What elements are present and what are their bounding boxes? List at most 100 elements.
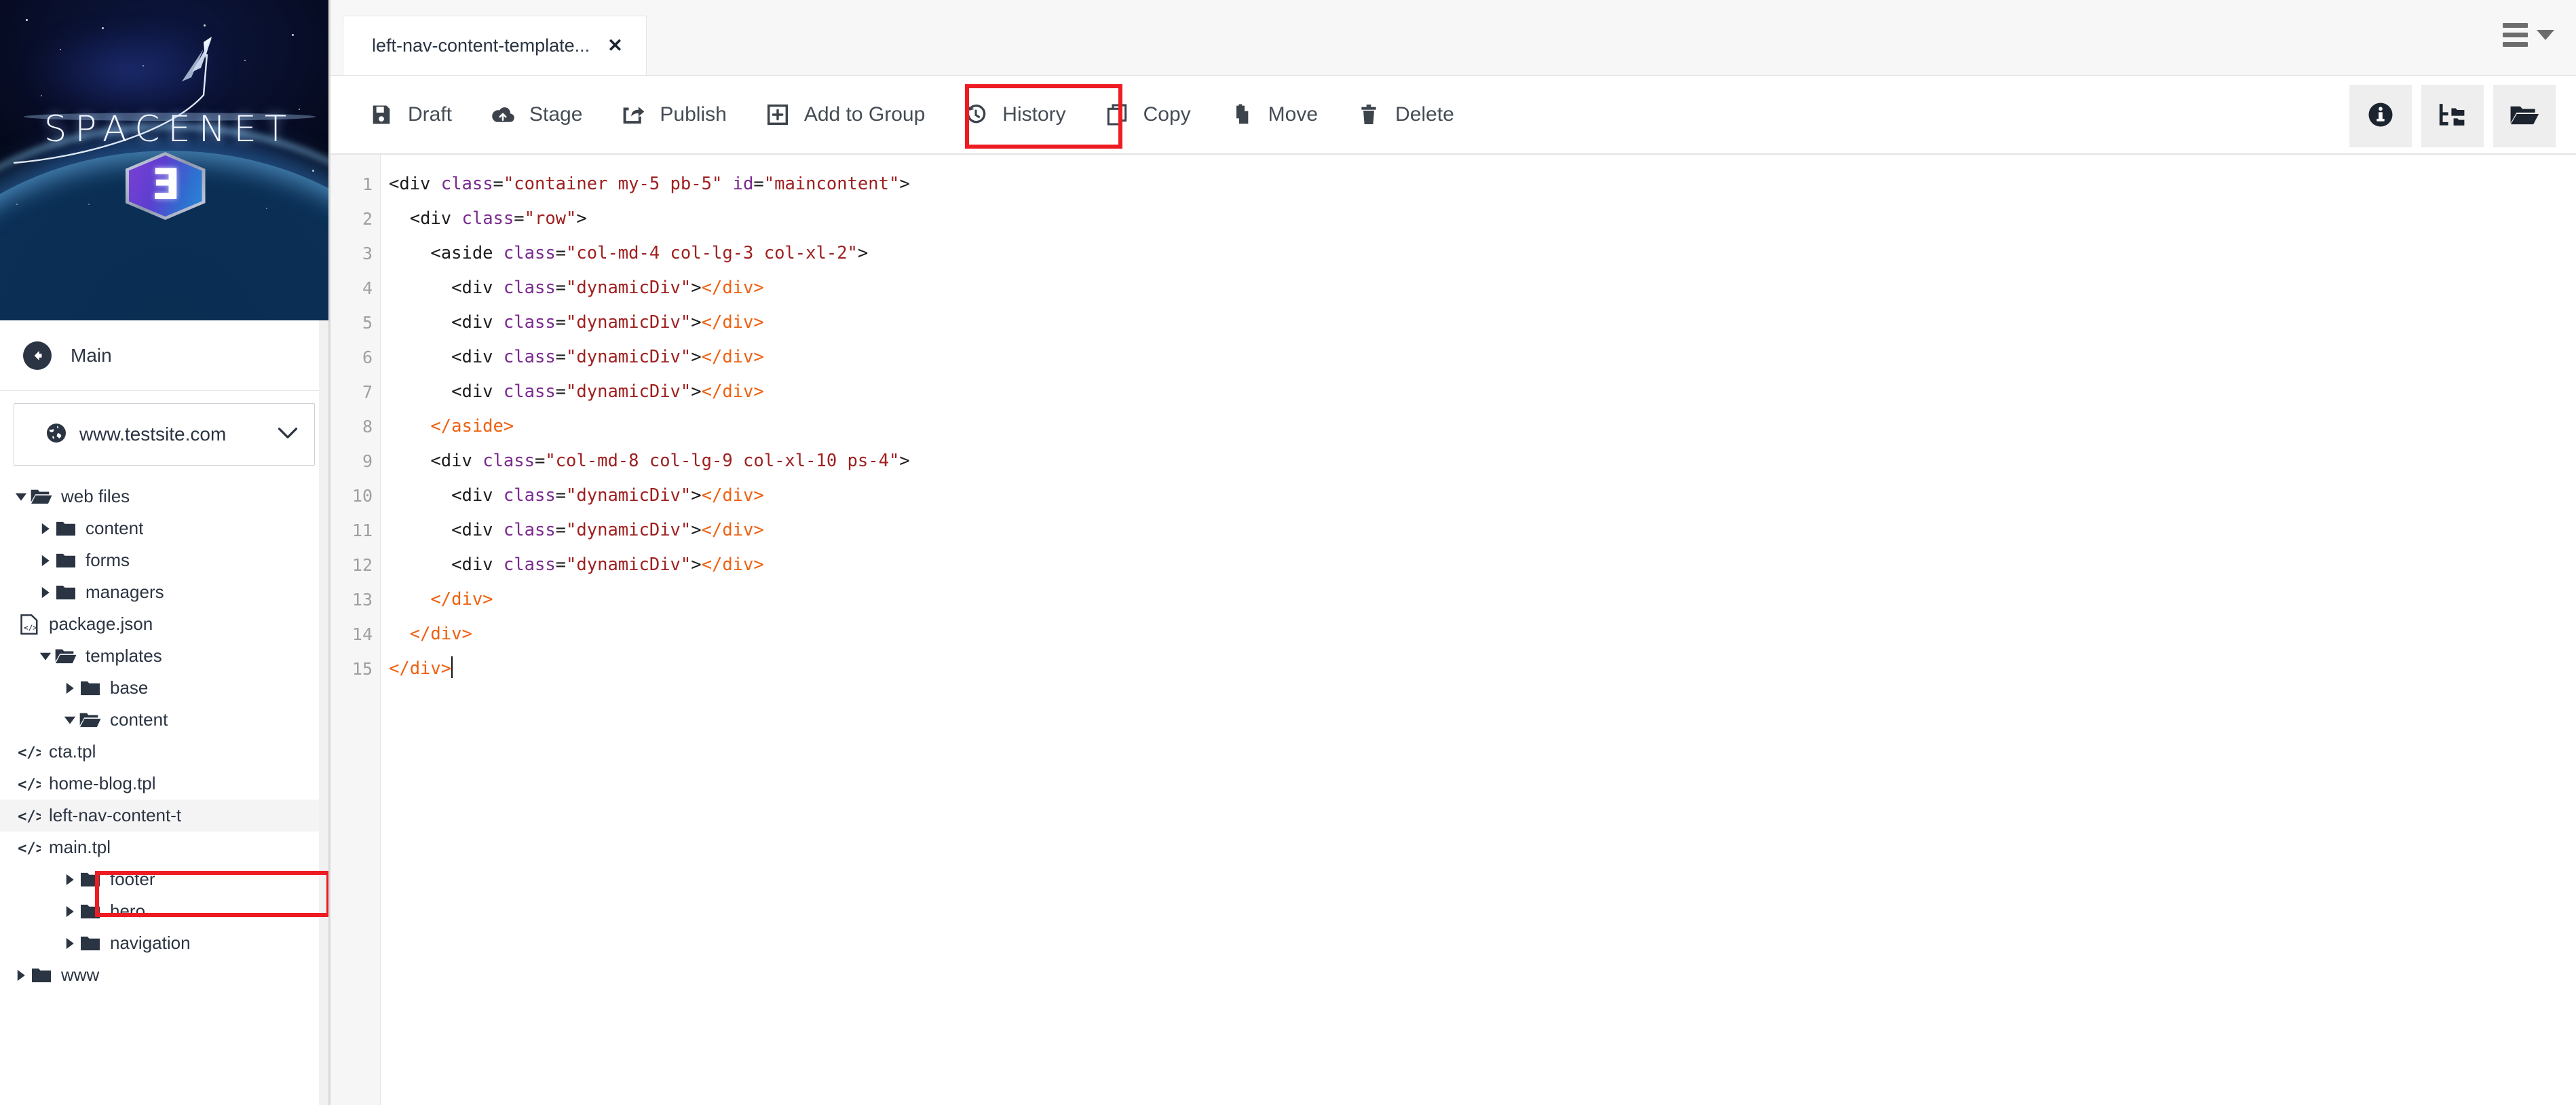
- tab-label: left-nav-content-template...: [372, 35, 590, 56]
- draft-button[interactable]: Draft: [349, 83, 471, 147]
- line-number: 12: [352, 555, 373, 575]
- publish-button[interactable]: Publish: [601, 83, 745, 147]
- code-line: <div class="dynamicDiv"></div>: [451, 520, 764, 540]
- tree-item-label: hero: [110, 901, 146, 921]
- chevron-right-icon[interactable]: [12, 969, 30, 981]
- tree-item-left-nav-content-t[interactable]: </> left-nav-content-t: [0, 800, 328, 831]
- code-editor[interactable]: 1 2 3 4 5 6 7 8 9 10 11 12 13 14 15 <div class="contai…: [330, 155, 2576, 1105]
- line-number: 6: [362, 348, 373, 367]
- code-line: <div class="dynamicDiv"></div>: [451, 347, 764, 367]
- code-line: </div>: [389, 652, 2576, 686]
- chevron-right-icon[interactable]: [61, 905, 79, 918]
- file-tree[interactable]: web files content forms managers </> package.…: [0, 466, 328, 991]
- line-number: 2: [362, 209, 373, 229]
- tree-item-label: forms: [86, 550, 130, 570]
- action-toolbar: Draft Stage Publish Add to Group History…: [330, 76, 2576, 155]
- folder-icon: [30, 967, 53, 984]
- sidebar-scrollbar[interactable]: [319, 320, 328, 1105]
- tree-item-content[interactable]: content: [0, 512, 328, 544]
- code-line: </div>: [409, 624, 472, 644]
- cloud-upload-icon: [490, 105, 516, 124]
- chevron-right-icon[interactable]: [61, 874, 79, 886]
- tree-item-home-blog-tpl[interactable]: </> home-blog.tpl: [0, 768, 328, 800]
- add-to-group-button[interactable]: Add to Group: [746, 83, 944, 147]
- tree-item-forms[interactable]: forms: [0, 544, 328, 576]
- chevron-down-icon: [2537, 30, 2554, 40]
- chevron-down-icon[interactable]: [61, 715, 79, 725]
- tree-item-templates[interactable]: templates: [0, 640, 328, 672]
- move-button[interactable]: Move: [1210, 83, 1337, 147]
- svg-text:</>: </>: [18, 743, 41, 760]
- tree-item-footer[interactable]: footer: [0, 863, 328, 895]
- tree-item-label: www: [61, 964, 100, 985]
- hex-badge-glyph: Ǝ: [151, 160, 180, 209]
- folder-open-icon: [54, 648, 77, 664]
- close-icon[interactable]: ✕: [607, 35, 623, 56]
- open-folder-button[interactable]: [2493, 85, 2556, 147]
- sidebar: SPACENET Ǝ Main www.testsite.com web fil…: [0, 0, 330, 1105]
- delete-button[interactable]: Delete: [1337, 83, 1473, 147]
- code-line: <div class="col-md-8 col-lg-9 col-xl-10 …: [430, 451, 910, 471]
- code-line: <div class="dynamicDiv"></div>: [451, 312, 764, 333]
- line-number: 13: [352, 590, 373, 610]
- back-to-main-label: Main: [71, 344, 112, 366]
- tree-item-navigation[interactable]: navigation: [0, 927, 328, 959]
- tree-item-hero[interactable]: hero: [0, 895, 328, 927]
- chevron-down-icon[interactable]: [37, 652, 54, 661]
- chevron-right-icon[interactable]: [37, 586, 54, 599]
- copy-label: Copy: [1143, 103, 1191, 126]
- stage-button[interactable]: Stage: [471, 83, 601, 147]
- file-code-icon: </>: [18, 807, 41, 824]
- tree-item-label: content: [86, 518, 144, 538]
- line-number: 15: [352, 659, 373, 679]
- file-json-icon: </>: [18, 614, 41, 635]
- tree-item-web-files[interactable]: web files: [0, 481, 328, 512]
- line-number: 8: [362, 417, 373, 436]
- line-number: 9: [362, 451, 373, 471]
- site-selector[interactable]: www.testsite.com: [14, 403, 315, 466]
- code-line: </aside>: [430, 416, 514, 436]
- tree-item-label: left-nav-content-t: [49, 805, 182, 825]
- back-to-main-row[interactable]: Main: [0, 320, 328, 391]
- code-line: <div class="dynamicDiv"></div>: [451, 278, 764, 298]
- tree-item-main-tpl[interactable]: </> main.tpl: [0, 831, 328, 863]
- arrow-circle-left-icon[interactable]: [23, 341, 52, 370]
- svg-text:</>: </>: [24, 623, 37, 632]
- folder-icon: [79, 903, 102, 920]
- copy-button[interactable]: Copy: [1085, 83, 1210, 147]
- tab-left-nav-content-template[interactable]: left-nav-content-template... ✕: [343, 16, 647, 75]
- chevron-down-icon[interactable]: [12, 492, 30, 502]
- code-line: </div>: [430, 589, 493, 610]
- sitemap-button[interactable]: [2421, 85, 2484, 147]
- text-cursor: [451, 656, 453, 678]
- tree-item-content[interactable]: content: [0, 704, 328, 736]
- publish-label: Publish: [660, 103, 727, 126]
- hamburger-menu-icon[interactable]: [2503, 23, 2554, 47]
- code-line: <div class="row">: [409, 208, 587, 229]
- spacenet-hex-badge: Ǝ: [125, 152, 206, 220]
- line-number: 1: [362, 174, 373, 194]
- copy-icon: [1104, 104, 1130, 126]
- line-number: 4: [362, 278, 373, 298]
- info-button[interactable]: [2349, 85, 2412, 147]
- tree-item-www[interactable]: www: [0, 959, 328, 991]
- tree-item-label: footer: [110, 869, 155, 889]
- spacenet-logo-panel: SPACENET Ǝ: [0, 0, 328, 320]
- line-number: 7: [362, 382, 373, 402]
- tree-item-label: content: [110, 709, 168, 730]
- svg-text:</>: </>: [18, 807, 41, 824]
- tree-item-package-json[interactable]: </> package.json: [0, 608, 328, 640]
- chevron-right-icon[interactable]: [37, 523, 54, 535]
- tree-item-base[interactable]: base: [0, 672, 328, 704]
- tree-item-label: managers: [86, 582, 164, 602]
- chevron-right-icon[interactable]: [61, 682, 79, 694]
- history-button[interactable]: History: [944, 83, 1084, 147]
- chevron-right-icon[interactable]: [61, 937, 79, 950]
- editor-line-number-gutter: 1 2 3 4 5 6 7 8 9 10 11 12 13 14 15: [330, 155, 381, 1105]
- editor-code-content[interactable]: <div class="container my-5 pb-5" id="mai…: [381, 155, 2576, 1105]
- chevron-down-icon[interactable]: [278, 426, 298, 443]
- tree-item-managers[interactable]: managers: [0, 576, 328, 608]
- draft-label: Draft: [408, 103, 453, 126]
- chevron-right-icon[interactable]: [37, 555, 54, 567]
- tree-item-cta-tpl[interactable]: </> cta.tpl: [0, 736, 328, 768]
